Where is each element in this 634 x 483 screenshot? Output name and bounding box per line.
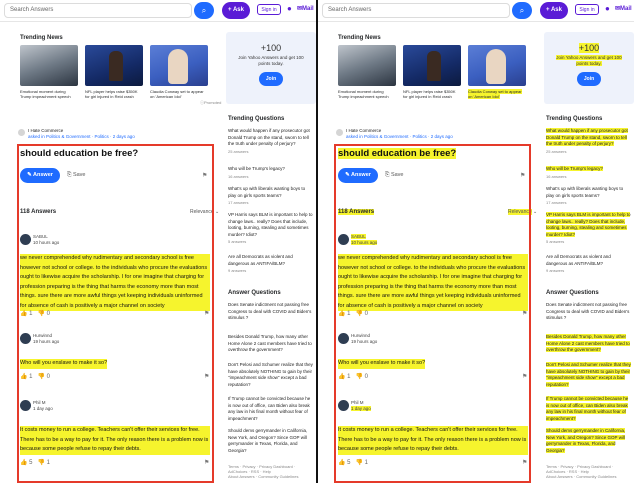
breadcrumb[interactable]: asked in Politics & Government · Politic… <box>28 134 135 140</box>
bell-icon[interactable]: ● <box>287 4 294 14</box>
sidebar-question[interactable]: What would happen if any prosecutor got … <box>546 128 632 154</box>
sidebar-question[interactable]: Does Senate indictment not passing free … <box>228 302 314 322</box>
search-input[interactable]: Search Answers <box>4 3 192 18</box>
sidebar-question[interactable]: Besides Donald Trump, how many other Hom… <box>228 334 314 354</box>
top-bar: Search Answers ⌕ + Ask Sign in ● ✉Mail <box>0 0 316 22</box>
sign-in-button[interactable]: Sign in <box>575 4 599 15</box>
mail-label: Mail <box>620 6 632 12</box>
sidebar-question[interactable]: If Trump cannot be convicted because he … <box>228 396 314 422</box>
trending-questions-title: Trending Questions <box>546 116 603 122</box>
footer: Terms · Privacy · Privacy Dashboard · Ad… <box>228 464 314 479</box>
join-promo: +100 Join Yahoo Answers and get 100 poin… <box>226 32 316 104</box>
trending-card[interactable]: NFL player helps raise $350K for girl in… <box>403 45 461 99</box>
sign-in-button[interactable]: Sign in <box>257 4 281 15</box>
answer-questions-title: Answer Questions <box>546 290 599 296</box>
chevron-down-icon: ⌄ <box>531 209 538 215</box>
chevron-down-icon: ⌄ <box>213 209 220 215</box>
highlight-box <box>334 144 531 483</box>
trending-caption: NFL player helps raise $350K for girl in… <box>85 89 138 99</box>
promo-points: +100 <box>578 43 600 53</box>
sidebar-question[interactable]: Don't Pelosi and Schumer realize that th… <box>228 362 314 388</box>
promo-points: +100 <box>260 43 282 53</box>
trending-card[interactable]: Emotional moment during Trump impeachmen… <box>338 45 396 99</box>
trending-caption: Claudia Conway set to appear on 'America… <box>468 89 522 99</box>
sidebar-question[interactable]: VP Harris says BLM is important to help … <box>546 212 632 244</box>
highlight-box <box>17 144 214 483</box>
bell-icon[interactable]: ● <box>605 4 612 14</box>
footer-links[interactable]: Terms · Privacy · Privacy Dashboard · Ad… <box>546 464 632 474</box>
right-pane: Search Answers ⌕ + Ask Sign in ● ✉Mail T… <box>318 0 634 483</box>
footer-links[interactable]: Terms · Privacy · Privacy Dashboard · Ad… <box>228 464 314 474</box>
trending-caption: Emotional moment during Trump impeachmen… <box>20 89 71 99</box>
join-button[interactable]: Join <box>577 72 601 86</box>
promo-text: Join Yahoo Answers and get 100 points to… <box>238 55 304 66</box>
asker-avatar[interactable] <box>336 129 343 136</box>
trending-thumbnail <box>150 45 208 86</box>
join-button[interactable]: Join <box>259 72 283 86</box>
sidebar-question[interactable]: Who will be Trump's legacy? 16 answers <box>546 166 632 179</box>
mail-link[interactable]: ✉Mail <box>297 4 314 14</box>
search-icon: ⌕ <box>519 6 525 15</box>
ask-button[interactable]: + Ask <box>222 2 250 19</box>
search-button[interactable]: ⌕ <box>512 2 532 19</box>
mail-label: Mail <box>302 6 314 12</box>
trending-news-title: Trending News <box>338 35 381 41</box>
sidebar-question[interactable]: VP Harris says BLM is important to help … <box>228 212 314 244</box>
sidebar-question[interactable]: Don't Pelosi and Schumer realize that th… <box>546 362 632 388</box>
footer: Terms · Privacy · Privacy Dashboard · Ad… <box>546 464 632 479</box>
sidebar-question[interactable]: Are all Democrats as violent and dangero… <box>228 254 314 273</box>
sidebar-question[interactable]: Should dems gerrymander in California, N… <box>228 428 314 454</box>
trending-questions-title: Trending Questions <box>228 116 285 122</box>
promo-text: Join Yahoo Answers and get 100 points to… <box>556 55 622 66</box>
sidebar-question[interactable]: If Trump cannot be convicted because he … <box>546 396 632 422</box>
promoted-label: ⓘPromoted <box>200 100 222 105</box>
sidebar-question[interactable]: Are all Democrats as violent and dangero… <box>546 254 632 273</box>
sidebar-question[interactable]: Who will be Trump's legacy? 16 answers <box>228 166 314 179</box>
mail-link[interactable]: ✉Mail <box>615 4 632 14</box>
trending-caption: Claudia Conway set to appear on 'America… <box>150 89 204 99</box>
sidebar-question[interactable]: Should dems gerrymander in California, N… <box>546 428 632 454</box>
footer-about[interactable]: About Answers · Community Guidelines <box>546 474 632 479</box>
trending-thumbnail <box>20 45 78 86</box>
footer-about[interactable]: About Answers · Community Guidelines <box>228 474 314 479</box>
sidebar-question[interactable]: Does Senate indictment not passing free … <box>546 302 632 322</box>
trending-card[interactable]: Claudia Conway set to appear on 'America… <box>468 45 526 99</box>
trending-card[interactable]: Emotional moment during Trump impeachmen… <box>20 45 78 99</box>
sidebar-question[interactable]: What would happen if any prosecutor got … <box>228 128 314 154</box>
search-input[interactable]: Search Answers <box>322 3 510 18</box>
search-icon: ⌕ <box>201 6 207 15</box>
trending-thumbnail <box>403 45 461 86</box>
trending-thumbnail <box>338 45 396 86</box>
answer-questions-title: Answer Questions <box>228 290 281 296</box>
trending-caption: NFL player helps raise $350K for girl in… <box>403 89 456 99</box>
question-meta: I Hate Commerce asked in Politics & Gove… <box>346 128 453 140</box>
sidebar-question[interactable]: What's up with liberals wanting boys to … <box>228 186 314 205</box>
sidebar-question[interactable]: What's up with liberals wanting boys to … <box>546 186 632 205</box>
breadcrumb[interactable]: asked in Politics & Government · Politic… <box>346 134 453 140</box>
top-bar: Search Answers ⌕ + Ask Sign in ● ✉Mail <box>318 0 634 22</box>
trending-thumbnail <box>85 45 143 86</box>
trending-card[interactable]: Claudia Conway set to appear on 'America… <box>150 45 208 99</box>
trending-card[interactable]: NFL player helps raise $350K for girl in… <box>85 45 143 99</box>
left-pane: Search Answers ⌕ + Ask Sign in ● ✉Mail T… <box>0 0 316 483</box>
asker-avatar[interactable] <box>18 129 25 136</box>
question-meta: I Hate Commerce asked in Politics & Gove… <box>28 128 135 140</box>
ask-button[interactable]: + Ask <box>540 2 568 19</box>
join-promo: +100 Join Yahoo Answers and get 100 poin… <box>544 32 634 104</box>
trending-news-title: Trending News <box>20 35 63 41</box>
sidebar-question[interactable]: Besides Donald Trump, how many other Hom… <box>546 334 632 354</box>
trending-caption: Emotional moment during Trump impeachmen… <box>338 89 389 99</box>
search-button[interactable]: ⌕ <box>194 2 214 19</box>
trending-thumbnail <box>468 45 526 86</box>
